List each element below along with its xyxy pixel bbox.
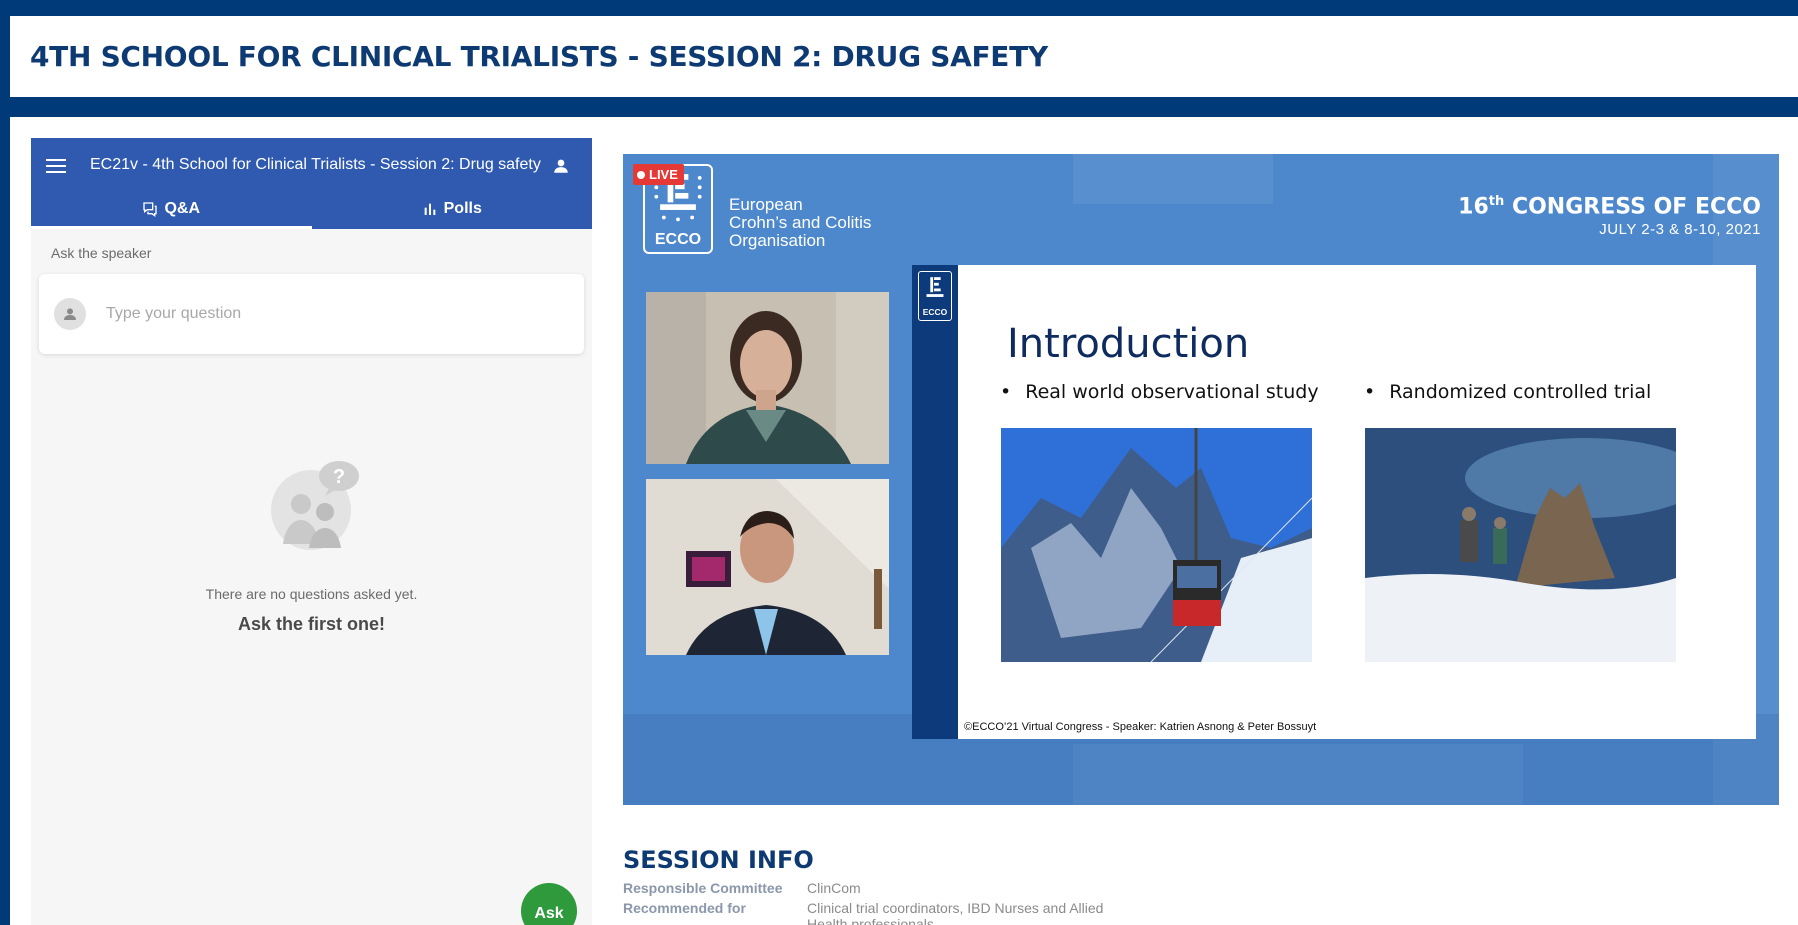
organisation-name: European Crohn’s and Colitis Organisatio… bbox=[729, 195, 872, 250]
question-box bbox=[39, 274, 584, 354]
svg-text:ECCO: ECCO bbox=[655, 230, 701, 248]
avatar bbox=[54, 298, 86, 330]
info-row-recommended: Recommended for Clinical trial coordinat… bbox=[623, 900, 1107, 925]
person-icon bbox=[64, 308, 76, 320]
live-label: LIVE bbox=[649, 167, 678, 182]
info-key: Recommended for bbox=[623, 900, 746, 916]
info-row-committee: Responsible Committee ClinCom bbox=[623, 880, 1107, 896]
congress-banner: 16th CONGRESS OF ECCO JULY 2-3 & 8-10, 2… bbox=[1458, 194, 1761, 238]
svg-text:ECCO: ECCO bbox=[923, 307, 948, 317]
page-title: 4TH SCHOOL FOR CLINICAL TRIALISTS - SESS… bbox=[30, 40, 1048, 73]
session-info-title: SESSION INFO bbox=[623, 846, 814, 874]
tab-polls-label: Polls bbox=[443, 199, 482, 217]
tab-qa-label: Q&A bbox=[164, 199, 201, 217]
slide-bullet-1: • Real world observational study bbox=[1000, 381, 1319, 403]
chat-bubbles-icon bbox=[143, 201, 158, 217]
slide-footer: ©ECCO’21 Virtual Congress - Speaker: Kat… bbox=[964, 721, 1317, 733]
slide-bullet-2: • Randomized controlled trial bbox=[1364, 381, 1652, 403]
slide-title: Introduction bbox=[1007, 321, 1250, 367]
ask-the-speaker-label: Ask the speaker bbox=[51, 245, 152, 261]
qa-header: EC21v - 4th School for Clinical Trialist… bbox=[31, 138, 592, 229]
ask-button[interactable]: Ask bbox=[521, 883, 577, 925]
no-questions-illustration-icon: ? bbox=[271, 461, 359, 550]
info-value: ClinCom bbox=[807, 880, 861, 896]
user-icon[interactable] bbox=[552, 157, 570, 175]
hamburger-menu-icon[interactable] bbox=[46, 159, 66, 173]
mountaineers-photo bbox=[1365, 428, 1676, 662]
main-content: EC21v - 4th School for Clinical Trialist… bbox=[10, 117, 1798, 925]
ecco-mini-logo: ECCO bbox=[918, 271, 952, 321]
video-player[interactable]: ECCO LIVE European Crohn’s and Colitis O… bbox=[623, 154, 1779, 805]
live-dot-icon bbox=[637, 170, 645, 179]
qa-panel: EC21v - 4th School for Clinical Trialist… bbox=[31, 138, 592, 925]
qa-header-title: EC21v - 4th School for Clinical Trialist… bbox=[90, 156, 541, 173]
congress-title: 16th CONGRESS OF ECCO bbox=[1458, 194, 1761, 220]
speaker-video-1 bbox=[646, 292, 889, 464]
congress-dates: JULY 2-3 & 8-10, 2021 bbox=[1599, 221, 1761, 239]
tab-qa[interactable]: Q&A bbox=[31, 188, 312, 229]
info-key: Responsible Committee bbox=[623, 880, 783, 896]
live-badge: LIVE bbox=[633, 164, 684, 185]
slide-sidebar: ECCO bbox=[912, 265, 958, 739]
question-input[interactable] bbox=[106, 305, 526, 323]
empty-state-text: There are no questions asked yet. bbox=[205, 586, 418, 602]
empty-state-cta: Ask the first one! bbox=[237, 614, 386, 634]
speaker-video-2 bbox=[646, 479, 889, 655]
qa-tabs: Q&A Polls bbox=[31, 188, 592, 229]
presentation-slide: ECCO Introduction • Real world observatio… bbox=[912, 265, 1756, 739]
tab-polls[interactable]: Polls bbox=[312, 188, 593, 229]
bar-chart-icon bbox=[424, 203, 435, 215]
cable-car-photo bbox=[1001, 428, 1312, 662]
svg-text:?: ? bbox=[333, 466, 345, 488]
info-value: Clinical trial coordinators, IBD Nurses … bbox=[807, 900, 1104, 925]
page-title-bar: 4TH SCHOOL FOR CLINICAL TRIALISTS - SESS… bbox=[10, 16, 1798, 97]
